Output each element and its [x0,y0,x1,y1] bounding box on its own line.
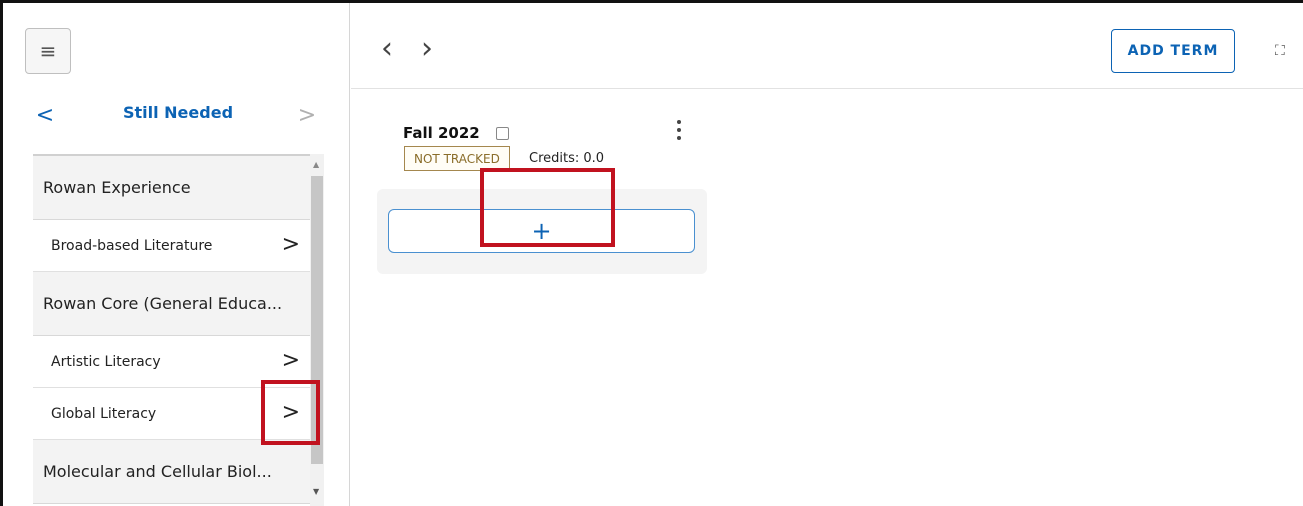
next-section-button[interactable]: > [295,100,319,130]
item-label: Global Literacy [51,405,157,422]
note-icon[interactable] [496,127,509,140]
requirements-list: Rowan Experience Broad-based Literature … [33,154,310,506]
list-item-broad-based-literature[interactable]: Broad-based Literature > [33,220,310,272]
back-arrow-icon[interactable]: ‹ [381,31,393,66]
group-molecular-cellular-biology: Molecular and Cellular Biol... [33,440,310,504]
group-label: Molecular and Cellular Biol... [43,462,272,481]
main-toolbar: ‹ › ADD TERM ⛶ [351,3,1303,89]
item-label: Artistic Literacy [51,353,161,370]
group-rowan-core: Rowan Core (General Educa... [33,272,310,336]
credits-text: Credits: 0.0 [529,151,605,166]
scroll-down-icon[interactable]: ▼ [313,487,319,496]
highlight-box-add-course [480,168,615,247]
term-title: Fall 2022 [403,124,480,142]
kebab-menu-icon[interactable] [677,120,681,144]
chevron-right-icon[interactable]: > [282,348,300,373]
group-rowan-experience: Rowan Experience [33,156,310,220]
scroll-up-icon[interactable]: ▲ [313,160,319,169]
menu-button[interactable]: ≡ [25,28,71,74]
highlight-box-global-literacy-chevron [261,380,320,445]
item-label: Broad-based Literature [51,237,213,254]
section-title: Still Needed [122,103,234,122]
hamburger-icon: ≡ [39,39,57,63]
fullscreen-icon[interactable]: ⛶ [1275,43,1285,59]
group-label: Rowan Core (General Educa... [43,294,283,313]
prev-section-button[interactable]: < [33,100,57,130]
sidebar-nav: < Still Needed > [33,100,323,130]
group-label: Rowan Experience [43,178,191,197]
forward-arrow-icon[interactable]: › [421,31,433,66]
sidebar-scrollbar[interactable]: ▲ ▼ [310,154,324,506]
chevron-right-icon[interactable]: > [282,232,300,257]
add-term-button[interactable]: ADD TERM [1111,29,1235,73]
